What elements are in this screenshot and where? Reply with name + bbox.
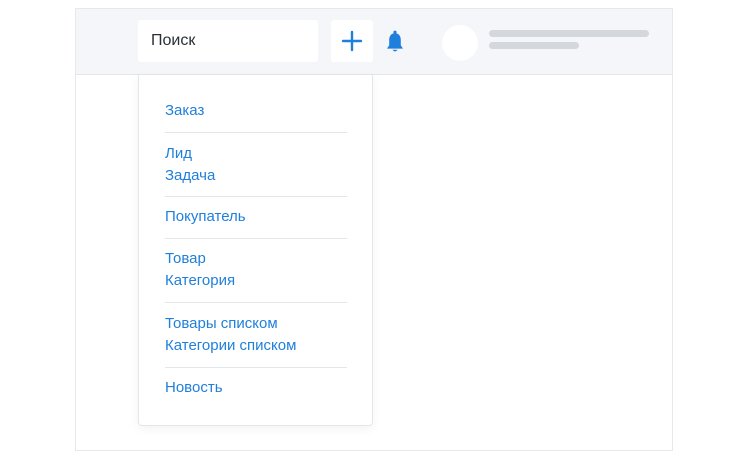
menu-divider	[165, 238, 347, 239]
search-input[interactable]: Поиск	[138, 20, 318, 62]
avatar[interactable]	[442, 25, 478, 61]
app-window: Поиск Заказ Лид Задача Покупатель Товар …	[75, 8, 673, 451]
menu-divider	[165, 302, 347, 303]
menu-group-customers: Покупатель	[165, 206, 347, 228]
top-bar: Поиск	[76, 9, 672, 75]
menu-divider	[165, 367, 347, 368]
menu-group-bulk: Товары списком Категории списком	[165, 313, 347, 357]
menu-item-products-list[interactable]: Товары списком	[165, 313, 347, 335]
menu-item-categories-list[interactable]: Категории списком	[165, 335, 347, 357]
user-role-placeholder	[489, 42, 579, 49]
create-menu-dropdown: Заказ Лид Задача Покупатель Товар Катего…	[138, 75, 373, 426]
menu-item-category[interactable]: Категория	[165, 270, 347, 292]
menu-item-lead[interactable]: Лид	[165, 143, 347, 165]
user-name-placeholder	[489, 30, 649, 37]
menu-item-order[interactable]: Заказ	[165, 100, 347, 122]
plus-icon	[341, 30, 363, 52]
menu-divider	[165, 132, 347, 133]
menu-group-news: Новость	[165, 377, 347, 399]
menu-item-task[interactable]: Задача	[165, 165, 347, 187]
menu-group-products: Товар Категория	[165, 248, 347, 292]
menu-item-customer[interactable]: Покупатель	[165, 206, 347, 228]
search-input-text: Поиск	[151, 32, 196, 49]
menu-item-news[interactable]: Новость	[165, 377, 347, 399]
menu-divider	[165, 196, 347, 197]
menu-group-orders: Заказ	[165, 100, 347, 122]
menu-group-leads: Лид Задача	[165, 143, 347, 187]
add-button[interactable]	[331, 20, 373, 62]
notifications-button[interactable]	[384, 29, 406, 55]
bell-icon	[387, 30, 403, 52]
menu-item-product[interactable]: Товар	[165, 248, 347, 270]
